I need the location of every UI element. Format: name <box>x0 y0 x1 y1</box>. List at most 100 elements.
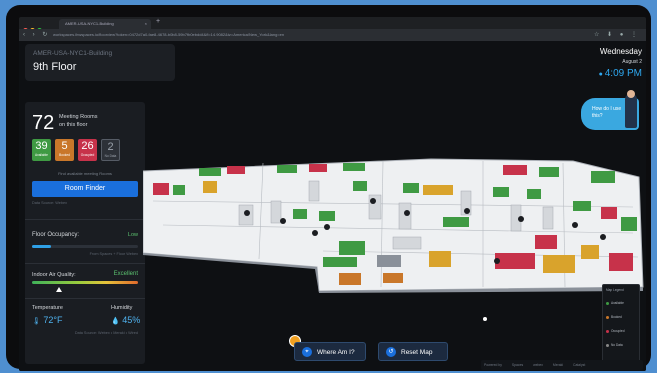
clock-time: ● 4:09 PM <box>599 68 642 79</box>
map-pin-icon[interactable] <box>404 210 410 216</box>
room[interactable] <box>573 201 591 211</box>
room[interactable] <box>493 187 509 197</box>
room[interactable] <box>383 273 403 283</box>
map-pin-icon[interactable] <box>464 208 470 214</box>
rooms-data-source: Data Source: Webex <box>32 201 67 205</box>
occupancy-value: Low <box>127 232 138 238</box>
browser-extension-icons[interactable]: ☆ ⬇ ● ⋮ <box>594 31 640 38</box>
clock-date: August 2 <box>622 59 642 65</box>
legend-title: Map Legend <box>606 288 624 292</box>
stat-occupied-value: 26 <box>81 140 94 152</box>
room[interactable] <box>153 183 169 195</box>
air-quality-marker-icon <box>56 287 62 292</box>
desk-cluster <box>398 202 412 230</box>
legend-label: Occupied <box>611 329 625 333</box>
new-tab-button[interactable]: + <box>156 18 160 25</box>
legend-item[interactable]: Booked <box>606 313 636 321</box>
room[interactable] <box>343 163 365 171</box>
where-am-i-label: Where Am I? <box>317 349 355 356</box>
divider <box>25 298 145 299</box>
legend-item[interactable]: Available <box>606 299 636 307</box>
divider <box>25 219 145 220</box>
room[interactable] <box>277 165 297 173</box>
room[interactable] <box>539 167 559 177</box>
legend-item[interactable]: Occupied <box>606 327 636 335</box>
map-pin-icon[interactable] <box>370 198 376 204</box>
map-pin-icon[interactable] <box>572 222 578 228</box>
legend-label: Available <box>611 301 624 305</box>
screen: AMER-USA-NYC1-Building × + ‹ › ↻ workspa… <box>19 17 646 371</box>
room[interactable] <box>543 255 575 273</box>
partner-logo-meraki: Meraki <box>552 363 564 367</box>
room[interactable] <box>293 209 307 219</box>
room[interactable] <box>319 211 335 221</box>
clock-day: Wednesday <box>599 47 642 56</box>
room[interactable] <box>503 165 527 175</box>
room[interactable] <box>339 273 361 285</box>
room[interactable] <box>203 181 217 193</box>
room[interactable] <box>527 189 541 199</box>
floor-dashboard: AMER-USA-NYC1-Building 9th Floor Wednesd… <box>19 41 646 371</box>
room[interactable] <box>173 185 185 195</box>
room[interactable] <box>339 241 365 255</box>
where-am-i-button[interactable]: ⌖ Where Am I? <box>294 342 366 361</box>
stat-booked[interactable]: 5 Booked <box>55 139 74 161</box>
browser-tab[interactable]: AMER-USA-NYC1-Building × <box>59 19 151 29</box>
stat-available-value: 39 <box>35 140 48 152</box>
room[interactable] <box>429 251 451 267</box>
desk-cluster <box>542 206 554 230</box>
room[interactable] <box>199 168 221 176</box>
building-name: AMER-USA-NYC1-Building <box>33 50 113 57</box>
map-pin-icon[interactable] <box>280 218 286 224</box>
room[interactable] <box>377 255 401 267</box>
room[interactable] <box>309 164 327 172</box>
room[interactable] <box>403 183 419 193</box>
browser-tab-bar: AMER-USA-NYC1-Building × + <box>19 17 646 33</box>
room-count-label-line1: Meeting Rooms <box>59 114 98 120</box>
floor-name[interactable]: 9th Floor <box>33 61 76 73</box>
nav-arrows-icon[interactable]: ‹ › ↻ <box>23 31 50 38</box>
tab-close-icon[interactable]: × <box>145 19 147 29</box>
reset-map-button[interactable]: ↺ Reset Map <box>378 342 448 361</box>
room[interactable] <box>535 235 557 249</box>
map-pin-icon[interactable] <box>324 224 330 230</box>
desk-cluster <box>392 236 422 250</box>
room[interactable] <box>495 253 535 269</box>
air-quality-data-source: Data Source: Webex • Meraki • Wired <box>74 331 138 335</box>
room-finder-button[interactable]: Room Finder <box>32 181 138 197</box>
room[interactable] <box>591 171 615 183</box>
room[interactable] <box>609 253 633 271</box>
desk-cluster <box>368 194 382 220</box>
room[interactable] <box>443 217 469 227</box>
browser-toolbar: ‹ › ↻ workspaces.ihwspaces.io/floorview?… <box>19 29 646 41</box>
map-pin-icon[interactable] <box>244 210 250 216</box>
stat-no-data[interactable]: 2 No Data <box>101 139 120 161</box>
room[interactable] <box>323 257 357 267</box>
legend-item[interactable]: No Data <box>606 341 636 349</box>
temperature-value: 🌡 72°F <box>32 315 63 325</box>
room[interactable] <box>227 166 245 174</box>
humidity-text: 45% <box>122 315 141 325</box>
air-quality-gradient <box>32 281 138 284</box>
occupancy-data-source: From Spaces + Floor Webex <box>89 252 138 256</box>
floor-map[interactable] <box>143 141 646 293</box>
help-bubble[interactable]: How do I use this? <box>581 90 639 130</box>
room[interactable] <box>621 217 637 231</box>
legend-label: No Data <box>611 343 623 347</box>
stat-available[interactable]: 39 Available <box>32 139 51 161</box>
reset-map-label: Reset Map <box>401 349 433 356</box>
room[interactable] <box>353 181 367 191</box>
map-pin-icon[interactable] <box>518 216 524 222</box>
map-pin-icon[interactable] <box>312 230 318 236</box>
droplet-icon: 💧 <box>111 318 120 325</box>
divider <box>25 263 145 264</box>
map-pin-icon[interactable] <box>600 234 606 240</box>
room[interactable] <box>581 245 599 259</box>
stat-occupied[interactable]: 26 Occupied <box>78 139 97 161</box>
map-pin-icon[interactable] <box>494 258 500 264</box>
finder-hint: Find available meeting Rooms <box>58 171 112 176</box>
desk-cluster <box>308 180 320 202</box>
address-bar[interactable]: workspaces.ihwspaces.io/floorview?token=… <box>53 31 413 39</box>
room[interactable] <box>601 207 617 219</box>
room[interactable] <box>423 185 453 195</box>
